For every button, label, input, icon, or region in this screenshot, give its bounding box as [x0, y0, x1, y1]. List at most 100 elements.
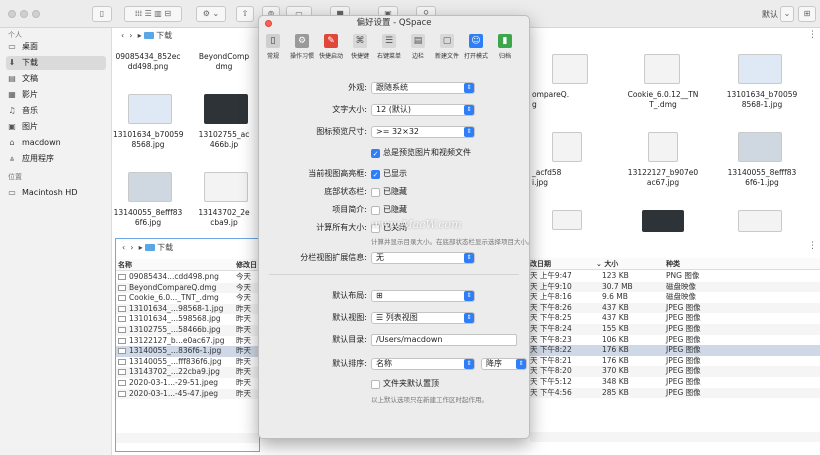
default-dir-input[interactable]: /Users/macdown	[371, 334, 517, 346]
grid-layout-button[interactable]: ⊞	[798, 6, 816, 22]
preview-checkbox[interactable]: ✓	[371, 149, 380, 158]
sidebar-item-music[interactable]: ♫ 音乐	[6, 104, 106, 118]
default-view-select[interactable]: ☰ 列表视图 ⇕	[371, 312, 475, 324]
view-mode-button[interactable]: 𝍖 ☰ ▥ ⊟	[124, 6, 182, 22]
sidebar-item-applications[interactable]: ⩓ 应用程序	[6, 152, 106, 166]
image-thumbnail[interactable]	[738, 54, 782, 84]
file-name[interactable]: 8568-1.jpg	[716, 100, 808, 110]
image-thumbnail[interactable]	[204, 94, 248, 124]
file-name[interactable]: 09085434_852ec	[113, 52, 183, 62]
file-name[interactable]: dd498.png	[113, 62, 183, 72]
sidebar-item-movies[interactable]: ▦ 影片	[6, 88, 106, 102]
zoom-light[interactable]	[32, 10, 40, 18]
sidebar-item-macintosh-hd[interactable]: ▭ Macintosh HD	[6, 186, 106, 200]
column-date[interactable]: 修改日	[236, 259, 257, 271]
tab-archive[interactable]: ▮ 归档	[495, 32, 515, 66]
more-icon[interactable]: ⋮	[808, 30, 817, 40]
file-name[interactable]: 13140055_8efff83	[716, 168, 808, 178]
image-thumbnail[interactable]	[128, 94, 172, 124]
icon-size-select[interactable]: >= 32×32 ⇕	[371, 126, 475, 138]
split-view-select[interactable]: 无 ⇕	[371, 252, 475, 264]
file-name[interactable]: 13140055_8efff83	[113, 208, 183, 218]
tab-gear[interactable]: ⚙ 操作习惯	[290, 32, 314, 66]
table-row[interactable]: 13122127_b...e0ac67.jpg 昨天	[116, 336, 259, 347]
tab-rocket[interactable]: ✎ 快捷启动	[319, 32, 343, 66]
default-layout-select[interactable]: ⊞ ⇕	[371, 290, 475, 302]
file-name[interactable]: i.jpg	[530, 178, 610, 188]
file-name[interactable]: Cookie_6.0.12__TN	[618, 90, 708, 100]
file-name[interactable]: ac67.jpg	[618, 178, 708, 188]
tab-menu[interactable]: ☰ 右键菜单	[377, 32, 401, 66]
table-row[interactable]: 13143702_...22cba9.jpg 昨天	[116, 367, 259, 378]
table-row[interactable]: 2020-03-1...-45-47.jpeg 昨天	[116, 388, 259, 400]
share-button[interactable]: ⇧	[236, 6, 254, 22]
sidebar-item-home[interactable]: ⌂ macdown	[6, 136, 106, 150]
tab-general[interactable]: ▯ 常规	[263, 32, 283, 66]
file-name[interactable]: 13101634_b70059	[716, 90, 808, 100]
column-size[interactable]: ⌄ 大小	[596, 258, 618, 270]
table-row[interactable]: 13102755_...58466b.jpg 昨天	[116, 324, 259, 336]
column-name[interactable]: 名称	[118, 259, 132, 271]
table-row[interactable]: 天 下午8:25 437 KB JPEG 图像	[530, 313, 820, 324]
tab-command[interactable]: ⌘ 快捷键	[350, 32, 370, 66]
table-row[interactable]: Cookie_6.0..._TNT_.dmg 今天	[116, 293, 259, 304]
table-row[interactable]: 天 上午9:10 30.7 MB 磁盘映像	[530, 281, 820, 293]
default-sort-select[interactable]: 名称 ⇕	[371, 358, 475, 370]
image-thumbnail[interactable]	[738, 132, 782, 162]
file-name[interactable]: 466b.jp	[189, 140, 259, 150]
action-gear-button[interactable]: ⚙ ⌄	[196, 6, 226, 22]
sidebar-item-pictures[interactable]: ▣ 图片	[6, 120, 106, 134]
intro-checkbox[interactable]	[371, 206, 380, 215]
forward-button[interactable]: ›	[130, 243, 133, 252]
file-name[interactable]: ompareQ.	[530, 90, 610, 100]
more-icon[interactable]: ⋮	[808, 241, 817, 251]
table-row[interactable]: 天 上午9:47 123 KB PNG 图像	[530, 271, 820, 282]
file-name[interactable]: _acfd58	[530, 168, 610, 178]
image-thumbnail[interactable]	[738, 210, 782, 232]
close-light[interactable]	[8, 10, 16, 18]
disk-image-thumbnail[interactable]	[552, 54, 588, 84]
table-row[interactable]: 天 下午8:21 176 KB JPEG 图像	[530, 356, 820, 367]
font-size-select[interactable]: 12 (默认) ⇕	[371, 104, 475, 116]
chevron-down-icon[interactable]: ⌄	[780, 6, 794, 22]
table-row[interactable]: 天 下午8:26 437 KB JPEG 图像	[530, 302, 820, 314]
table-row[interactable]: 13140055_...fff836f6.jpg 昨天	[116, 357, 259, 368]
file-name[interactable]: 13101634_b70059	[113, 130, 183, 140]
file-name[interactable]: g	[530, 100, 610, 110]
tab-new-file[interactable]: ▢ 新建文件	[435, 32, 459, 66]
table-row[interactable]: 13101634_...598568.jpg 昨天	[116, 314, 259, 325]
file-name[interactable]: 6f6.jpg	[113, 218, 183, 228]
file-name[interactable]: 13122127_b907e0	[618, 168, 708, 178]
file-name[interactable]: 13102755_ac	[189, 130, 259, 140]
back-button[interactable]: ‹	[121, 31, 124, 40]
sidebar-item-documents[interactable]: ▤ 文稿	[6, 72, 106, 86]
sidebar-item-downloads[interactable]: ⬇ 下载	[6, 56, 106, 70]
file-name[interactable]: 8568.jpg	[113, 140, 183, 150]
table-row[interactable]: 天 下午8:24 155 KB JPEG 图像	[530, 323, 820, 335]
file-name[interactable]: 13143702_2e	[189, 208, 259, 218]
sidebar-item-desktop[interactable]: ▭ 桌面	[6, 40, 106, 54]
image-thumbnail[interactable]	[642, 210, 684, 232]
image-thumbnail[interactable]	[552, 210, 582, 230]
table-row[interactable]: 天 下午4:56 285 KB JPEG 图像	[530, 387, 820, 399]
tab-sidebar[interactable]: ▤ 边栏	[408, 32, 428, 66]
file-name[interactable]: BeyondComp	[189, 52, 259, 62]
image-thumbnail[interactable]	[648, 132, 678, 162]
sidebar-toggle-button[interactable]: ▯	[92, 6, 112, 22]
table-row[interactable]: 天 下午8:23 106 KB JPEG 图像	[530, 335, 820, 346]
column-date[interactable]: 改日期	[530, 258, 551, 270]
table-row[interactable]: 13140055_...836f6-1.jpg 昨天	[116, 346, 259, 357]
folder-top-checkbox[interactable]	[371, 380, 380, 389]
highlight-checkbox[interactable]: ✓	[371, 170, 380, 179]
table-row[interactable]: 09085434...cdd498.png 今天	[116, 272, 259, 283]
back-button[interactable]: ‹	[122, 243, 125, 252]
image-thumbnail[interactable]	[128, 172, 172, 202]
table-row[interactable]: 天 下午8:22 176 KB JPEG 图像	[530, 345, 820, 356]
table-row[interactable]: 天 上午8:16 9.6 MB 磁盘映像	[530, 292, 820, 303]
column-kind[interactable]: 种类	[666, 258, 680, 270]
minimize-light[interactable]	[20, 10, 28, 18]
table-row[interactable]: BeyondCompareQ.dmg 今天	[116, 282, 259, 294]
statusbar-checkbox[interactable]	[371, 188, 380, 197]
layout-default-label[interactable]: 默认	[762, 9, 778, 20]
table-row[interactable]: 天 下午5:12 348 KB JPEG 图像	[530, 377, 820, 388]
